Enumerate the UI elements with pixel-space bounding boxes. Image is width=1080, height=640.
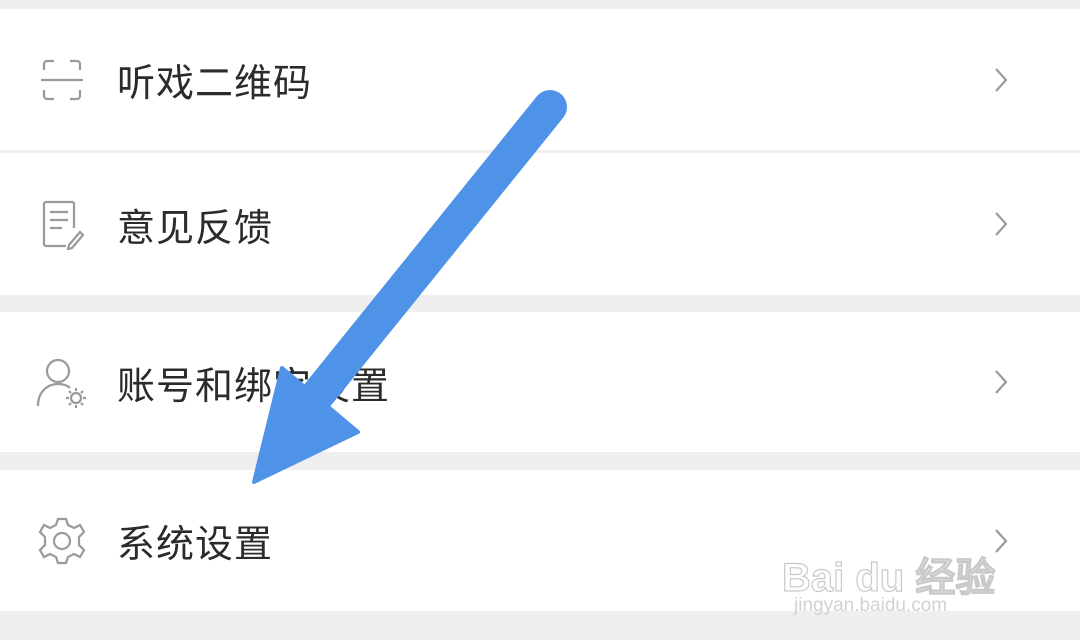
menu-item-label: 意见反馈 <box>117 205 274 250</box>
menu-item-label: 听戏二维码 <box>117 61 313 105</box>
menu-item-feedback[interactable]: 意见反馈 <box>0 153 1080 295</box>
qr-scan-icon <box>34 52 90 108</box>
menu-item-qr-code[interactable]: 听戏二维码 <box>0 9 1080 150</box>
menu-item-account-binding[interactable]: 账号和绑定设置 <box>0 312 1080 452</box>
menu-item-label: 账号和绑定设置 <box>117 363 391 408</box>
menu-item-system-settings[interactable]: 系统设置 <box>0 470 1080 611</box>
chevron-right-icon <box>995 67 1008 92</box>
chevron-right-icon <box>995 212 1008 236</box>
chevron-right-icon <box>995 370 1008 394</box>
gear-icon <box>34 513 90 569</box>
chevron-right-icon <box>995 528 1008 553</box>
user-settings-icon <box>34 354 90 410</box>
feedback-note-icon <box>34 196 90 252</box>
menu-item-label: 系统设置 <box>117 522 274 566</box>
